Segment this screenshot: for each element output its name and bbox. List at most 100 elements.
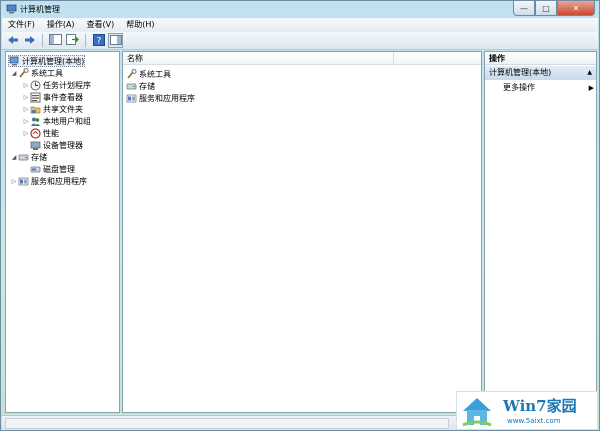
expand-icon[interactable]: ▷ <box>10 178 18 185</box>
disk-management-icon <box>30 164 41 175</box>
list-item-label: 存储 <box>139 81 155 91</box>
forward-button[interactable] <box>22 33 37 48</box>
house-logo-icon <box>462 398 492 427</box>
list-item-system-tools[interactable]: 系统工具 <box>126 68 171 80</box>
list-item-label: 服务和应用程序 <box>139 93 195 103</box>
back-arrow-icon <box>7 35 19 47</box>
column-header-label: 名称 <box>127 54 143 63</box>
list-item-label: 系统工具 <box>139 69 171 79</box>
watermark-logo: Win7家园 www.5aixt.com <box>456 391 598 430</box>
tree-item-event-viewer[interactable]: ▷ 事件查看器 <box>22 91 83 103</box>
expand-icon[interactable]: ▷ <box>22 94 30 101</box>
actions-header: 操作 <box>485 52 596 65</box>
export-list-button[interactable] <box>65 33 80 48</box>
watermark-url: www.5aixt.com <box>507 417 561 425</box>
tree-item-disk-management[interactable]: 磁盘管理 <box>30 163 75 175</box>
tree-item-performance[interactable]: ▷ 性能 <box>22 127 59 139</box>
toolbar: ? <box>2 32 598 50</box>
menu-bar: 文件(F) 操作(A) 查看(V) 帮助(H) <box>2 18 598 32</box>
expand-icon[interactable]: ▷ <box>22 106 30 113</box>
tree-item-label: 本地用户和组 <box>43 116 91 126</box>
column-divider[interactable] <box>393 52 394 65</box>
minimize-icon: — <box>520 3 528 13</box>
tools-icon <box>18 67 29 79</box>
collapse-icon[interactable]: ◢ <box>10 70 18 77</box>
collapse-icon[interactable]: ◢ <box>10 154 18 161</box>
forward-arrow-icon <box>24 35 36 47</box>
actions-section-label: 计算机管理(本地) <box>489 68 552 77</box>
back-button[interactable] <box>5 33 20 48</box>
tree-item-label: 磁盘管理 <box>43 164 75 174</box>
services-icon <box>18 176 29 187</box>
shared-folder-icon <box>30 104 41 115</box>
list-item-storage[interactable]: 存储 <box>126 80 155 92</box>
tools-icon <box>126 68 137 80</box>
tree-item-label: 设备管理器 <box>43 140 83 150</box>
computer-management-icon <box>6 4 17 15</box>
tree-item-label: 服务和应用程序 <box>31 176 87 186</box>
expand-icon[interactable]: ▷ <box>22 82 30 89</box>
services-icon <box>126 93 137 104</box>
close-icon: ✕ <box>572 3 580 13</box>
column-header-name[interactable]: 名称 <box>123 52 481 65</box>
menu-action[interactable]: 操作(A) <box>41 18 81 32</box>
actions-pane: 操作 计算机管理(本地) ▲ 更多操作 ▶ <box>484 51 597 413</box>
console-tree-icon <box>49 34 62 47</box>
maximize-icon: □ <box>542 3 550 13</box>
list-item-services-applications[interactable]: 服务和应用程序 <box>126 92 195 104</box>
expand-icon[interactable]: ▷ <box>22 118 30 125</box>
watermark-title: Win7家园 <box>503 397 577 415</box>
tree-item-label: 系统工具 <box>31 68 63 78</box>
actions-section-computer-management[interactable]: 计算机管理(本地) ▲ <box>485 66 596 80</box>
export-icon <box>66 34 79 47</box>
menu-file[interactable]: 文件(F) <box>2 18 41 32</box>
action-more-actions[interactable]: 更多操作 ▶ <box>503 82 596 94</box>
tree-item-label: 事件查看器 <box>43 92 83 102</box>
title-bar[interactable]: 计算机管理 — □ ✕ <box>1 1 599 18</box>
status-cell <box>5 418 449 429</box>
storage-icon <box>126 81 137 92</box>
computer-management-window: 计算机管理 — □ ✕ 文件(F) 操作(A) 查看(V) 帮助(H) ? 计算… <box>0 0 600 431</box>
tree-item-system-tools[interactable]: ◢ 系统工具 <box>10 67 63 79</box>
tree-item-label: 共享文件夹 <box>43 104 83 114</box>
menu-help[interactable]: 帮助(H) <box>120 18 160 32</box>
tree-item-label: 任务计划程序 <box>43 80 91 90</box>
minimize-button[interactable]: — <box>513 1 535 16</box>
maximize-button[interactable]: □ <box>535 1 557 16</box>
tree-item-task-scheduler[interactable]: ▷ 任务计划程序 <box>22 79 91 91</box>
toolbar-separator <box>85 34 86 47</box>
storage-icon <box>18 152 29 163</box>
tree-item-label: 计算机管理(本地) <box>22 56 85 66</box>
action-pane-icon <box>109 34 122 47</box>
users-icon <box>30 116 41 127</box>
submenu-arrow-icon: ▶ <box>588 84 594 92</box>
tree-item-device-manager[interactable]: 设备管理器 <box>30 139 83 151</box>
console-tree-button[interactable] <box>48 33 63 48</box>
results-pane[interactable]: 名称 系统工具 存储 服务和应用程序 <box>122 51 482 413</box>
tree-item-local-users-groups[interactable]: ▷ 本地用户和组 <box>22 115 91 127</box>
help-button[interactable]: ? <box>91 33 106 48</box>
close-button[interactable]: ✕ <box>557 1 595 16</box>
event-viewer-icon <box>30 92 41 103</box>
window-title: 计算机管理 <box>20 5 60 14</box>
menu-view[interactable]: 查看(V) <box>81 18 121 32</box>
collapse-caret-icon: ▲ <box>587 69 592 76</box>
tree-item-services-applications[interactable]: ▷ 服务和应用程序 <box>10 175 87 187</box>
tree-item-label: 存储 <box>31 152 47 162</box>
tree-item-computer-management[interactable]: 计算机管理(本地) <box>8 55 86 67</box>
console-tree-pane[interactable]: 计算机管理(本地) ◢ 系统工具 ▷ 任务计划程序 ▷ 事件查看器 ▷ 共享文件… <box>5 51 120 413</box>
expand-icon[interactable]: ▷ <box>22 130 30 137</box>
device-manager-icon <box>30 140 41 151</box>
tree-item-label: 性能 <box>43 128 59 138</box>
performance-icon <box>30 127 41 139</box>
help-icon: ? <box>92 33 105 48</box>
actions-header-label: 操作 <box>489 54 505 63</box>
caption-buttons: — □ ✕ <box>513 1 595 16</box>
tree-item-storage[interactable]: ◢ 存储 <box>10 151 47 163</box>
action-pane-button[interactable] <box>108 33 123 48</box>
tree-item-shared-folders[interactable]: ▷ 共享文件夹 <box>22 103 83 115</box>
action-item-label: 更多操作 <box>503 83 535 92</box>
computer-management-icon <box>9 56 20 67</box>
clock-icon <box>30 80 41 91</box>
svg-text:?: ? <box>96 36 101 46</box>
